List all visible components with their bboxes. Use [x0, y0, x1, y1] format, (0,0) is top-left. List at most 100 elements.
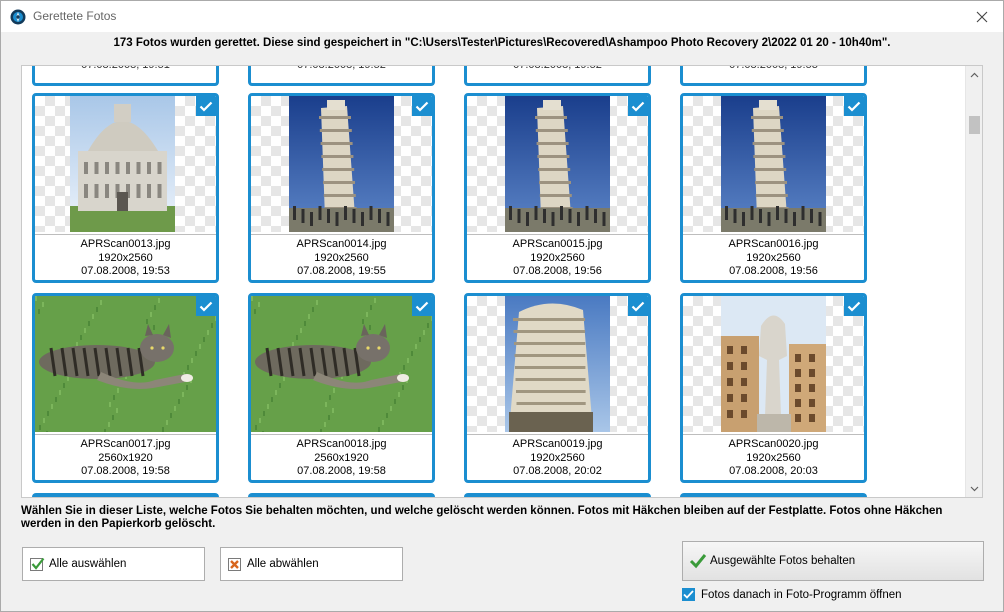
- photo-meta: APRScan0014.jpg 1920x2560 07.08.2008, 19:5…: [251, 238, 432, 279]
- vertical-scrollbar[interactable]: [965, 66, 982, 497]
- photo-card[interactable]: APRScan0019.jpg 1920x2560 07.08.2008, 20:0…: [464, 293, 651, 483]
- keep-selected-button[interactable]: Ausgewählte Fotos behalten: [682, 541, 984, 581]
- photo-date: 07.08.2008, 19:56: [729, 265, 818, 277]
- scroll-thumb[interactable]: [969, 116, 980, 134]
- photo-card-partial[interactable]: 07.08.2008, 19:52: [464, 66, 651, 86]
- photo-size: 1920x2560: [98, 251, 153, 264]
- photo-checkbox[interactable]: [412, 96, 432, 116]
- photo-name: APRScan0020.jpg: [728, 438, 819, 450]
- open-after-option[interactable]: Fotos danach in Foto-Programm öffnen: [682, 588, 902, 601]
- photo-card-partial[interactable]: 07.08.2008, 19:53: [680, 66, 867, 86]
- checkmark-icon: [415, 101, 429, 112]
- photo-meta: APRScan0017.jpg 2560x1920 07.08.2008, 19:5…: [35, 438, 216, 479]
- photo-name: APRScan0014.jpg: [296, 238, 387, 250]
- photo-size: 1920x2560: [314, 251, 369, 264]
- photo-card[interactable]: APRScan0013.jpg 1920x2560 07.08.2008, 19:5…: [32, 93, 219, 283]
- photo-card[interactable]: APRScan0018.jpg 2560x1920 07.08.2008, 19:5…: [248, 293, 435, 483]
- photo-date: 07.08.2008, 19:55: [297, 265, 386, 277]
- photo-checkbox[interactable]: [628, 296, 648, 316]
- check-icon: [689, 554, 707, 569]
- photo-thumbnail: [70, 96, 175, 232]
- scroll-up-button[interactable]: [966, 66, 982, 83]
- photo-meta: APRScan0020.jpg 1920x2560 07.08.2008, 20:0…: [683, 438, 864, 479]
- photo-meta: APRScan0016.jpg 1920x2560 07.08.2008, 19:5…: [683, 238, 864, 279]
- photo-size: 1920x2560: [530, 251, 585, 264]
- photo-size: 1920x2560: [746, 251, 801, 264]
- photo-date: 07.08.2008, 20:03: [729, 465, 818, 477]
- thumbnail-area: [35, 296, 216, 432]
- photo-meta: APRScan0015.jpg 1920x2560 07.08.2008, 19:5…: [467, 238, 648, 279]
- photo-date: 07.08.2008, 19:58: [81, 465, 170, 477]
- checkmark-icon: [683, 590, 694, 599]
- photo-checkbox[interactable]: [196, 296, 216, 316]
- photo-card-partial[interactable]: [680, 493, 867, 497]
- card-divider: [35, 234, 216, 235]
- photo-size: 1920x2560: [746, 451, 801, 464]
- card-divider: [683, 434, 864, 435]
- photo-grid: 07.08.2008, 19:51 07.08.2008, 19:52 07.08.…: [22, 66, 967, 497]
- save-location-info: 173 Fotos wurden gerettet. Diese sind ge…: [113, 37, 891, 49]
- card-divider: [251, 434, 432, 435]
- photo-date: 07.08.2008, 19:51: [35, 66, 216, 71]
- app-icon: [10, 9, 26, 25]
- photo-meta: APRScan0018.jpg 2560x1920 07.08.2008, 19:5…: [251, 438, 432, 479]
- photo-card[interactable]: APRScan0014.jpg 1920x2560 07.08.2008, 19:5…: [248, 93, 435, 283]
- checkmark-icon: [631, 301, 645, 312]
- chevron-down-icon: [970, 486, 978, 491]
- card-divider: [683, 234, 864, 235]
- thumbnail-area: [251, 296, 432, 432]
- photo-name: APRScan0015.jpg: [512, 238, 603, 250]
- photo-meta: APRScan0013.jpg 1920x2560 07.08.2008, 19:5…: [35, 238, 216, 279]
- checkmark-icon: [199, 301, 213, 312]
- photo-thumbnail: [251, 296, 432, 432]
- deselect-all-button[interactable]: Alle abwählen: [220, 547, 403, 581]
- photo-thumbnail: [721, 296, 826, 432]
- photo-card[interactable]: APRScan0015.jpg 1920x2560 07.08.2008, 19:5…: [464, 93, 651, 283]
- photo-date: 07.08.2008, 19:53: [683, 66, 864, 71]
- chevron-up-icon: [970, 72, 978, 77]
- photo-name: APRScan0013.jpg: [80, 238, 171, 250]
- photo-card-partial[interactable]: [464, 493, 651, 497]
- card-divider: [467, 434, 648, 435]
- photo-checkbox[interactable]: [844, 96, 864, 116]
- photo-card-partial[interactable]: 07.08.2008, 19:51: [32, 66, 219, 86]
- photo-thumbnail: [721, 96, 826, 232]
- close-icon: [976, 11, 988, 22]
- photo-checkbox[interactable]: [844, 296, 864, 316]
- photo-name: APRScan0018.jpg: [296, 438, 387, 450]
- close-button[interactable]: [967, 3, 997, 30]
- photo-date: 07.08.2008, 19:52: [467, 66, 648, 71]
- card-divider: [467, 234, 648, 235]
- photo-list[interactable]: 07.08.2008, 19:51 07.08.2008, 19:52 07.08.…: [21, 65, 983, 498]
- photo-checkbox[interactable]: [412, 296, 432, 316]
- window-title: Gerettete Fotos: [33, 9, 117, 23]
- photo-thumbnail: [289, 96, 394, 232]
- photo-thumbnail: [505, 96, 610, 232]
- photo-card-partial[interactable]: [32, 493, 219, 497]
- thumbnail-area: [683, 296, 864, 432]
- photo-checkbox[interactable]: [196, 96, 216, 116]
- select-all-button[interactable]: Alle auswählen: [22, 547, 205, 581]
- photo-date: 07.08.2008, 20:02: [513, 465, 602, 477]
- open-after-checkbox[interactable]: [682, 588, 695, 601]
- thumbnail-area: [467, 296, 648, 432]
- photo-card[interactable]: APRScan0020.jpg 1920x2560 07.08.2008, 20:0…: [680, 293, 867, 483]
- photo-card-partial[interactable]: 07.08.2008, 19:52: [248, 66, 435, 86]
- scroll-down-button[interactable]: [966, 480, 982, 497]
- photo-card[interactable]: APRScan0017.jpg 2560x1920 07.08.2008, 19:5…: [32, 293, 219, 483]
- photo-date: 07.08.2008, 19:58: [297, 465, 386, 477]
- photo-card-partial[interactable]: [248, 493, 435, 497]
- photo-checkbox[interactable]: [628, 96, 648, 116]
- photo-thumbnail: [35, 296, 216, 432]
- open-after-label: Fotos danach in Foto-Programm öffnen: [701, 588, 902, 601]
- checkbox-cross-icon: [228, 558, 241, 571]
- instructions-text: Wählen Sie in dieser Liste, welche Fotos…: [21, 505, 943, 530]
- checkbox-checked-icon: [30, 557, 45, 571]
- keep-selected-label: Ausgewählte Fotos behalten: [710, 555, 856, 567]
- checkmark-icon: [847, 301, 861, 312]
- select-all-label: Alle auswählen: [49, 558, 127, 570]
- card-divider: [251, 234, 432, 235]
- photo-name: APRScan0017.jpg: [80, 438, 171, 450]
- photo-card[interactable]: APRScan0016.jpg 1920x2560 07.08.2008, 19:5…: [680, 93, 867, 283]
- photo-date: 07.08.2008, 19:56: [513, 265, 602, 277]
